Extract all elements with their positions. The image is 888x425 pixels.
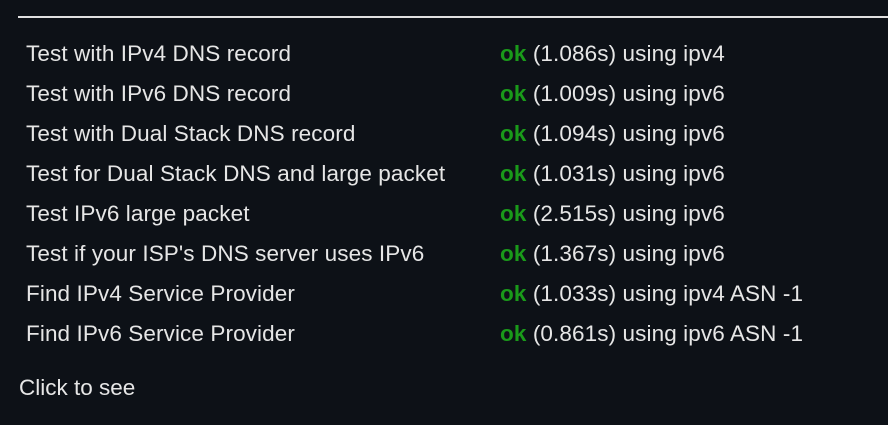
result-detail: (1.367s) using ipv6: [532, 241, 725, 266]
test-name: Test with IPv6 DNS record: [26, 81, 292, 106]
result-row-ipv6-provider: Find IPv6 Service Provider ok (0.861s) u…: [26, 314, 876, 354]
test-result: ok (2.515s) using ipv6: [500, 201, 725, 227]
result-row-ipv4-dns: Test with IPv4 DNS record ok (1.086s) us…: [26, 34, 876, 74]
click-to-see-link[interactable]: Click to see: [19, 375, 135, 401]
status-ok: ok: [500, 121, 527, 146]
result-detail: (1.031s) using ipv6: [532, 161, 725, 186]
test-result: ok (1.094s) using ipv6: [500, 121, 725, 147]
test-result: ok (1.086s) using ipv4: [500, 41, 725, 67]
test-name: Test with Dual Stack DNS record: [26, 121, 356, 146]
status-ok: ok: [500, 281, 527, 306]
test-result: ok (0.861s) using ipv6 ASN -1: [500, 321, 803, 347]
status-ok: ok: [500, 41, 527, 66]
test-result: ok (1.367s) using ipv6: [500, 241, 725, 267]
result-detail: (0.861s) using ipv6 ASN -1: [532, 321, 804, 346]
result-row-dual-stack-large-packet: Test for Dual Stack DNS and large packet…: [26, 154, 876, 194]
test-name: Find IPv4 Service Provider: [26, 281, 295, 306]
status-ok: ok: [500, 81, 527, 106]
result-row-ipv4-provider: Find IPv4 Service Provider ok (1.033s) u…: [26, 274, 876, 314]
test-name: Test with IPv4 DNS record: [26, 41, 292, 66]
status-ok: ok: [500, 241, 527, 266]
test-result: ok (1.033s) using ipv4 ASN -1: [500, 281, 803, 307]
test-name: Test IPv6 large packet: [26, 201, 250, 226]
status-ok: ok: [500, 161, 527, 186]
result-detail: (2.515s) using ipv6: [532, 201, 725, 226]
status-ok: ok: [500, 321, 527, 346]
test-result: ok (1.009s) using ipv6: [500, 81, 725, 107]
result-detail: (1.009s) using ipv6: [532, 81, 725, 106]
result-row-dual-stack-dns: Test with Dual Stack DNS record ok (1.09…: [26, 114, 876, 154]
test-results-table: Test with IPv4 DNS record ok (1.086s) us…: [26, 34, 876, 354]
test-name: Test for Dual Stack DNS and large packet: [26, 161, 446, 186]
result-row-ipv6-large-packet: Test IPv6 large packet ok (2.515s) using…: [26, 194, 876, 234]
status-ok: ok: [500, 201, 527, 226]
result-detail: (1.033s) using ipv4 ASN -1: [532, 281, 804, 306]
result-detail: (1.094s) using ipv6: [532, 121, 725, 146]
result-row-ipv6-dns: Test with IPv6 DNS record ok (1.009s) us…: [26, 74, 876, 114]
test-name: Find IPv6 Service Provider: [26, 321, 295, 346]
test-result: ok (1.031s) using ipv6: [500, 161, 725, 187]
result-detail: (1.086s) using ipv4: [532, 41, 725, 66]
horizontal-divider: [18, 16, 888, 18]
test-name: Test if your ISP's DNS server uses IPv6: [26, 241, 425, 266]
result-row-isp-dns-ipv6: Test if your ISP's DNS server uses IPv6 …: [26, 234, 876, 274]
